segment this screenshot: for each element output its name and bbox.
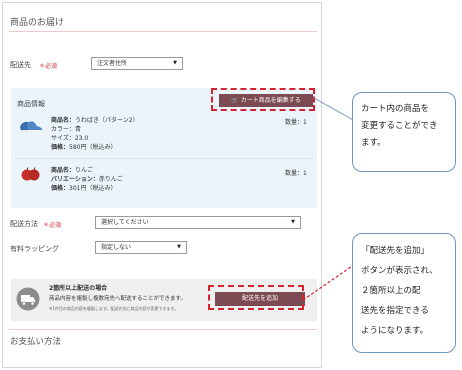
callout-add-address: 「配送先を追加」 ボタンが表示され、 ２箇所以上の配 送先を指定できる ようにな… (352, 233, 456, 353)
callout-line: カート内の商品を (361, 104, 430, 114)
callout-line: 「配送先を追加」 (361, 246, 430, 256)
callout-line: 変更することができ (361, 121, 438, 131)
callout-edit-cart: カート内の商品を 変更することができ ます。 (352, 92, 456, 172)
callout-line: 送先を指定できる (361, 306, 429, 316)
callout-line: ます。 (361, 138, 386, 148)
callout-line: ボタンが表示され、 (361, 266, 438, 276)
callout-line: ようになります。 (361, 326, 429, 336)
callout-line: ２箇所以上の配 (361, 286, 421, 296)
